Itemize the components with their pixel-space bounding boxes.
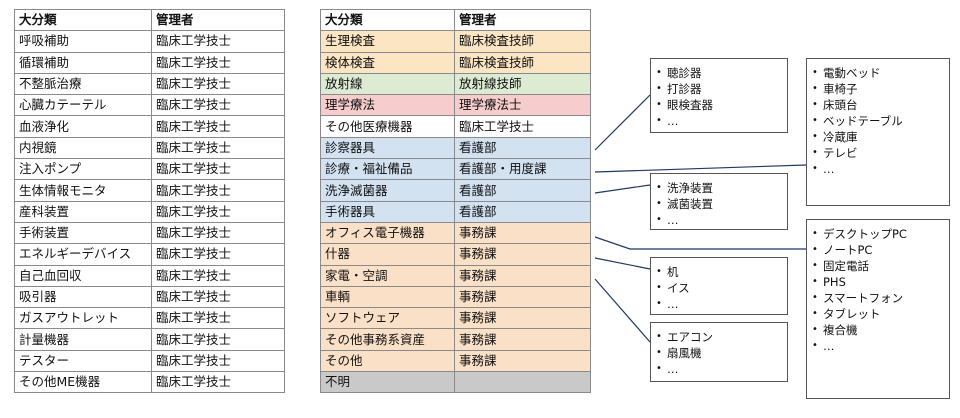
appliance-box: エアコン扇風機… bbox=[650, 322, 788, 382]
list-item: エアコン bbox=[656, 329, 787, 345]
list-item: 聴診器 bbox=[656, 65, 787, 81]
list-item: … bbox=[656, 296, 787, 312]
list-item: 床頭台 bbox=[812, 97, 949, 113]
welfare-equipment-box: 電動ベッド車椅子床頭台ベッドテーブル冷蔵庫テレビ… bbox=[806, 58, 950, 206]
list-item: 眼検査器 bbox=[656, 97, 787, 113]
connector-kaden bbox=[594, 278, 651, 343]
sterilizer-box: 洗浄装置滅菌装置… bbox=[650, 173, 788, 230]
list-item: 滅菌装置 bbox=[656, 196, 787, 212]
list-item: タブレット bbox=[812, 306, 949, 322]
list-item: 洗浄装置 bbox=[656, 180, 787, 196]
list-item: … bbox=[656, 113, 787, 129]
list-item: 複合機 bbox=[812, 322, 949, 338]
list-item: イス bbox=[656, 280, 787, 296]
list-item: 冷蔵庫 bbox=[812, 129, 949, 145]
list-item: ベッドテーブル bbox=[812, 113, 949, 129]
list-item: スマートフォン bbox=[812, 290, 949, 306]
list-item: … bbox=[656, 212, 787, 228]
connector-office bbox=[594, 236, 806, 250]
list-item: ノートPC bbox=[812, 242, 949, 258]
list-item: … bbox=[812, 161, 949, 177]
list-item: 扇風機 bbox=[656, 345, 787, 361]
list-item: PHS bbox=[812, 274, 949, 290]
connector-senjou bbox=[594, 184, 651, 194]
list-item: 固定電話 bbox=[812, 258, 949, 274]
connector-shinsatsu bbox=[594, 94, 651, 151]
furniture-box: 机イス… bbox=[650, 257, 788, 315]
list-item: … bbox=[812, 338, 949, 354]
list-item: 打診器 bbox=[656, 81, 787, 97]
list-item: 電動ベッド bbox=[812, 65, 949, 81]
list-item: デスクトップPC bbox=[812, 226, 949, 242]
list-item: テレビ bbox=[812, 145, 949, 161]
list-item: … bbox=[656, 361, 787, 377]
list-item: 車椅子 bbox=[812, 81, 949, 97]
office-electronics-box: デスクトップPCノートPC固定電話PHSスマートフォンタブレット複合機… bbox=[806, 219, 950, 399]
list-item: 机 bbox=[656, 264, 787, 280]
connector-juuki bbox=[594, 257, 651, 270]
connector-fukushi bbox=[594, 164, 807, 173]
examination-tools-box: 聴診器打診器眼検査器… bbox=[650, 58, 788, 133]
